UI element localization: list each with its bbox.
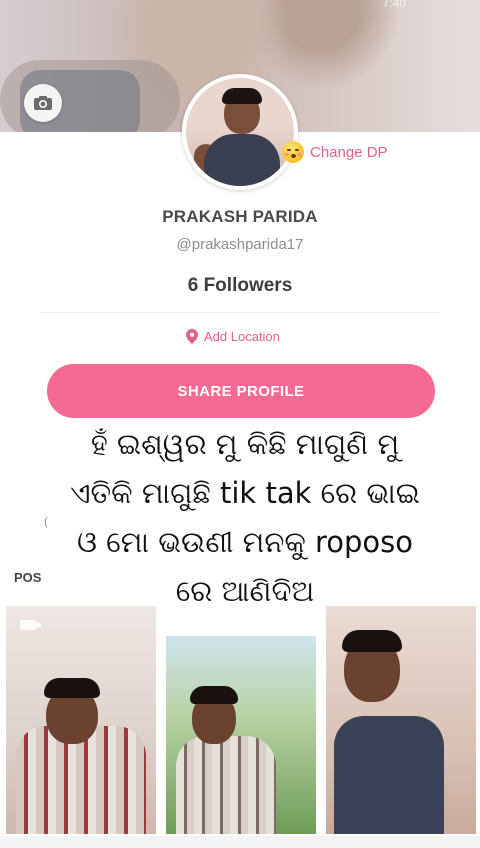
post-thumbnail[interactable] [6,606,156,834]
video-icon [20,620,42,630]
overlay-caption: ହଁ ଇଶ୍ୱର ମୁ କିଛି ମାଗୁଣି ମୁ ଏତିକି ମାଗୁଛି … [30,420,460,616]
post-person-body [176,736,276,834]
avatar-body [204,134,280,186]
post-thumbnail[interactable] [326,606,476,834]
emoji-icon [282,141,304,163]
profile-name: PRAKASH PARIDA [162,207,318,226]
post-person-hair [190,686,238,704]
profile-card: Change DP PRAKASH PARIDA @prakashparida1… [0,74,480,848]
posts-grid [0,606,480,836]
divider [40,312,440,313]
post-person-body [334,716,444,834]
caption-line-2: ଏତିକି ମାଗୁଛି tik tak ରେ ଭାଇ [30,469,460,518]
share-profile-label: SHARE PROFILE [177,382,305,400]
change-cover-button[interactable] [24,84,62,122]
caption-line-3: ଓ ମୋ ଭଉଣୀ ମନକୁ roposo [30,518,460,567]
share-profile-button[interactable]: SHARE PROFILE [47,364,435,418]
bottom-bar [0,836,480,848]
change-dp-button[interactable]: Change DP [282,141,388,163]
post-person-hair [44,678,100,698]
location-pin-icon [186,329,198,344]
profile-handle: @prakashparida17 [176,236,304,253]
caption-line-1: ହଁ ଇଶ୍ୱର ମୁ କିଛି ମାଗୁଣି ମୁ [30,420,460,469]
camera-icon [34,96,52,110]
change-dp-label: Change DP [310,143,388,161]
avatar[interactable] [182,74,298,190]
post-person-hair [342,630,402,652]
status-time: 7:40 [382,0,406,10]
add-location-button[interactable]: Add Location [186,329,280,344]
followers-count[interactable]: 6 Followers [0,275,480,297]
post-thumbnail[interactable] [166,636,316,834]
add-location-label: Add Location [204,329,280,344]
avatar-hair [222,88,262,104]
